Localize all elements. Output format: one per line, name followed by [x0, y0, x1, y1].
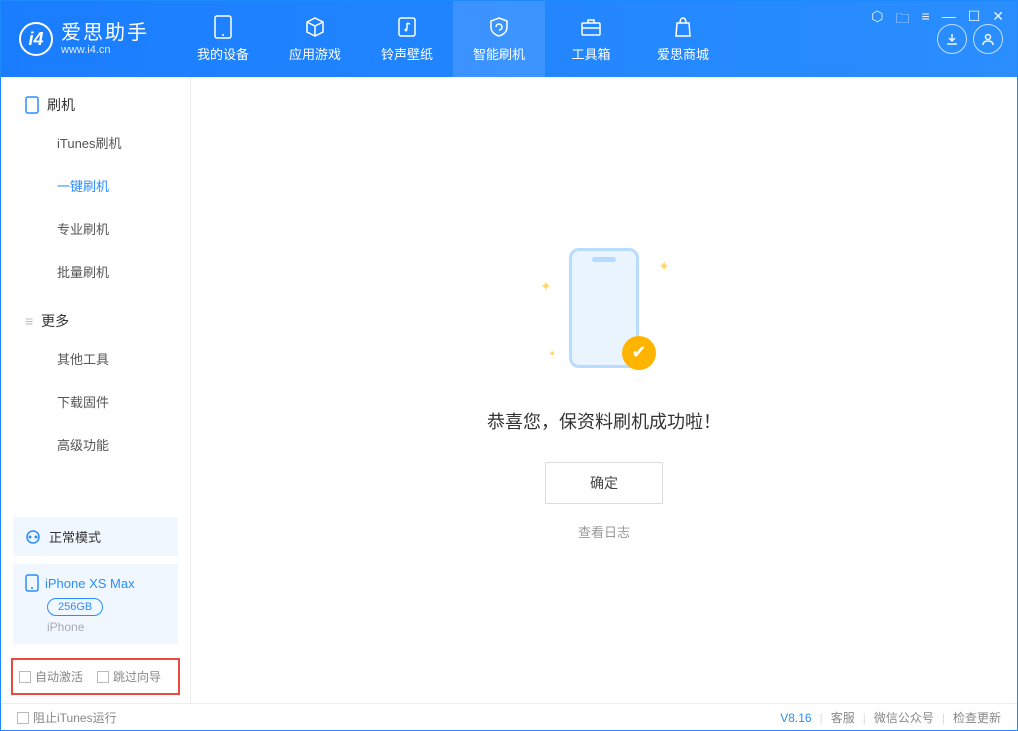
- nav-store[interactable]: 爱思商城: [637, 1, 729, 77]
- device-type: iPhone: [47, 620, 166, 634]
- nav-ringtone-wallpaper[interactable]: 铃声壁纸: [361, 1, 453, 77]
- check-update-link[interactable]: 检查更新: [953, 709, 1001, 726]
- close-button[interactable]: ✕: [992, 8, 1004, 32]
- sidebar-item-other-tools[interactable]: 其他工具: [1, 337, 190, 380]
- device-capacity: 256GB: [47, 598, 103, 616]
- menu-icon[interactable]: ≡: [922, 8, 930, 32]
- shirt-icon[interactable]: ⬡: [871, 8, 883, 32]
- sidebar-item-itunes-flash[interactable]: iTunes刷机: [1, 121, 190, 164]
- logo[interactable]: i4 爱思助手 www.i4.cn: [19, 22, 149, 56]
- minimize-button[interactable]: —: [942, 8, 956, 32]
- app-subtitle: www.i4.cn: [61, 44, 149, 56]
- nav-smart-flash[interactable]: 智能刷机: [453, 1, 545, 77]
- nav-apps-games[interactable]: 应用游戏: [269, 1, 361, 77]
- sidebar-item-oneclick-flash[interactable]: 一键刷机: [1, 164, 190, 207]
- checkbox-auto-activate[interactable]: 自动激活: [19, 668, 83, 685]
- footer: 阻止iTunes运行 V8.16 | 客服 | 微信公众号 | 检查更新: [1, 703, 1017, 731]
- checkbox-block-itunes[interactable]: 阻止iTunes运行: [17, 709, 117, 726]
- options-row: 自动激活 跳过向导: [11, 658, 180, 695]
- sidebar-item-advanced[interactable]: 高级功能: [1, 423, 190, 466]
- success-message: 恭喜您，保资料刷机成功啦！: [487, 408, 721, 434]
- device-icon: [212, 16, 234, 38]
- window-controls: ⬡ 🗀 ≡ — ☐ ✕: [871, 8, 1004, 32]
- device-phone-icon: [25, 574, 39, 592]
- sidebar-item-download-firmware[interactable]: 下载固件: [1, 380, 190, 423]
- list-icon: ≡: [25, 313, 33, 329]
- sidebar-section-more: ≡ 更多: [1, 293, 190, 337]
- success-illustration: ✦ ✦ ✦ ✔: [534, 240, 674, 380]
- mode-box[interactable]: 正常模式: [13, 517, 178, 556]
- phone-icon: [25, 96, 39, 114]
- nav-toolbox[interactable]: 工具箱: [545, 1, 637, 77]
- checkbox-skip-guide[interactable]: 跳过向导: [97, 668, 161, 685]
- toolbox-icon: [580, 16, 602, 38]
- sidebar: 刷机 iTunes刷机 一键刷机 专业刷机 批量刷机 ≡ 更多 其他工具 下载固…: [1, 77, 191, 703]
- wechat-link[interactable]: 微信公众号: [874, 709, 934, 726]
- cube-icon: [304, 16, 326, 38]
- sidebar-item-pro-flash[interactable]: 专业刷机: [1, 207, 190, 250]
- check-badge-icon: ✔: [622, 336, 656, 370]
- header: i4 爱思助手 www.i4.cn 我的设备 应用游戏 铃声壁纸 智能刷机 工具…: [1, 1, 1017, 77]
- support-link[interactable]: 客服: [831, 709, 855, 726]
- lock-icon[interactable]: 🗀: [896, 8, 910, 32]
- view-log-link[interactable]: 查看日志: [578, 522, 630, 541]
- maximize-button[interactable]: ☐: [968, 8, 981, 32]
- app-title: 爱思助手: [61, 22, 149, 44]
- refresh-shield-icon: [488, 16, 510, 38]
- logo-icon: i4: [19, 22, 53, 56]
- confirm-button[interactable]: 确定: [545, 462, 663, 504]
- music-file-icon: [396, 16, 418, 38]
- top-nav: 我的设备 应用游戏 铃声壁纸 智能刷机 工具箱 爱思商城: [177, 1, 729, 77]
- nav-my-device[interactable]: 我的设备: [177, 1, 269, 77]
- device-box[interactable]: iPhone XS Max 256GB iPhone: [13, 564, 178, 644]
- version-label[interactable]: V8.16: [780, 711, 811, 725]
- sidebar-item-batch-flash[interactable]: 批量刷机: [1, 250, 190, 293]
- main-content: ✦ ✦ ✦ ✔ 恭喜您，保资料刷机成功啦！ 确定 查看日志: [191, 77, 1017, 703]
- mode-icon: [25, 529, 41, 545]
- sidebar-section-flash: 刷机: [1, 77, 190, 121]
- bag-icon: [672, 16, 694, 38]
